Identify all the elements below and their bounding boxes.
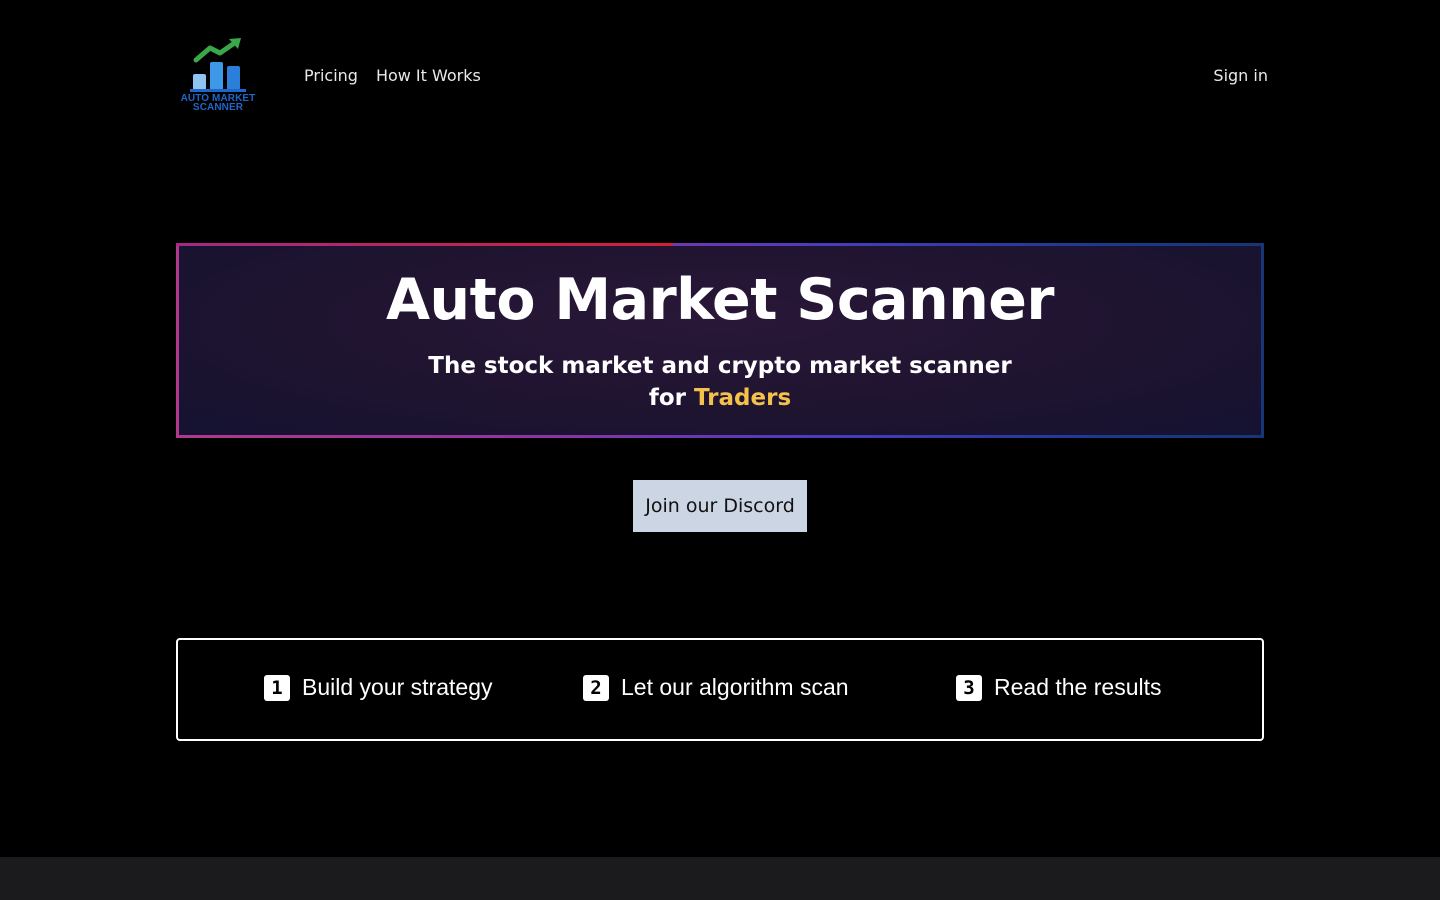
step-item: 2 Let our algorithm scan xyxy=(583,674,849,701)
step-number-1-icon: 1 xyxy=(264,674,290,701)
step-label: Build your strategy xyxy=(302,674,493,700)
nav-link-how-it-works[interactable]: How It Works xyxy=(376,66,481,85)
logo[interactable]: AUTO MARKET SCANNER xyxy=(176,34,260,116)
footer-strip xyxy=(0,857,1440,900)
main-nav: Pricing How It Works xyxy=(304,66,481,85)
join-discord-button[interactable]: Join our Discord xyxy=(633,480,807,532)
step-item: 3 Read the results xyxy=(956,674,1161,701)
step-number-3-icon: 3 xyxy=(956,674,982,701)
hero-subtitle-accent: Traders xyxy=(694,384,792,411)
bar-chart-logo-icon xyxy=(190,38,246,92)
step-label: Read the results xyxy=(994,674,1162,700)
logo-text: AUTO MARKET SCANNER xyxy=(176,94,260,113)
sign-in-link[interactable]: Sign in xyxy=(1213,66,1268,85)
hero-subtitle-line1: The stock market and crypto market scann… xyxy=(428,352,1012,379)
logo-line2: SCANNER xyxy=(192,102,244,113)
hero-subtitle-line2: for Traders xyxy=(428,382,1011,414)
hero-title: Auto Market Scanner xyxy=(385,266,1055,333)
hero-subtitle-for: for xyxy=(648,384,686,411)
hero-top-accent-line xyxy=(176,243,673,246)
header: AUTO MARKET SCANNER Pricing How It Works… xyxy=(176,34,1268,116)
nav-link-pricing[interactable]: Pricing xyxy=(304,66,358,85)
page: AUTO MARKET SCANNER Pricing How It Works… xyxy=(0,0,1440,900)
steps-panel: 1 Build your strategy 2 Let our algorith… xyxy=(176,638,1264,741)
step-item: 1 Build your strategy xyxy=(264,674,492,701)
hero-banner: Auto Market Scanner The stock market and… xyxy=(176,243,1264,438)
step-label: Let our algorithm scan xyxy=(621,674,849,700)
step-number-2-icon: 2 xyxy=(583,674,609,701)
hero-content: Auto Market Scanner The stock market and… xyxy=(179,246,1261,435)
hero-subtitle: The stock market and crypto market scann… xyxy=(428,350,1011,414)
